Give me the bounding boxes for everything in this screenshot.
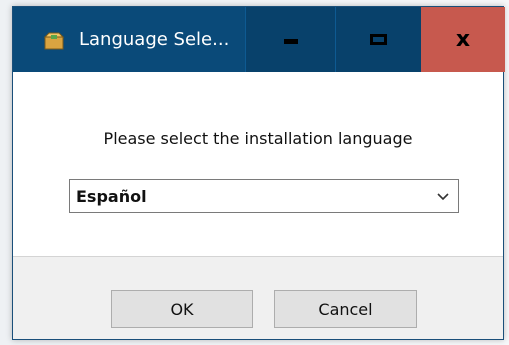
maximize-button[interactable] <box>335 7 421 72</box>
ok-button[interactable]: OK <box>111 290 253 328</box>
minimize-button[interactable] <box>245 7 335 72</box>
desktop-background: Language Sele... x Please select the ins… <box>0 0 509 345</box>
close-button[interactable]: x <box>421 7 505 72</box>
prompt-label: Please select the installation language <box>103 129 413 148</box>
language-dropdown[interactable]: Español <box>69 179 459 213</box>
cancel-button[interactable]: Cancel <box>274 290 417 328</box>
title-bar[interactable]: Language Sele... x <box>13 7 505 72</box>
close-icon: x <box>455 27 471 52</box>
maximize-icon <box>370 34 387 45</box>
language-dropdown-value: Español <box>76 186 147 206</box>
dialog-body: Please select the installation language … <box>13 72 503 256</box>
button-bar: OK Cancel <box>13 257 503 339</box>
installer-box-icon <box>43 32 65 50</box>
minimize-icon <box>283 39 298 44</box>
language-selection-dialog: Language Sele... x Please select the ins… <box>12 6 505 340</box>
window-title: Language Sele... <box>79 29 230 50</box>
chevron-down-icon[interactable] <box>436 188 450 202</box>
